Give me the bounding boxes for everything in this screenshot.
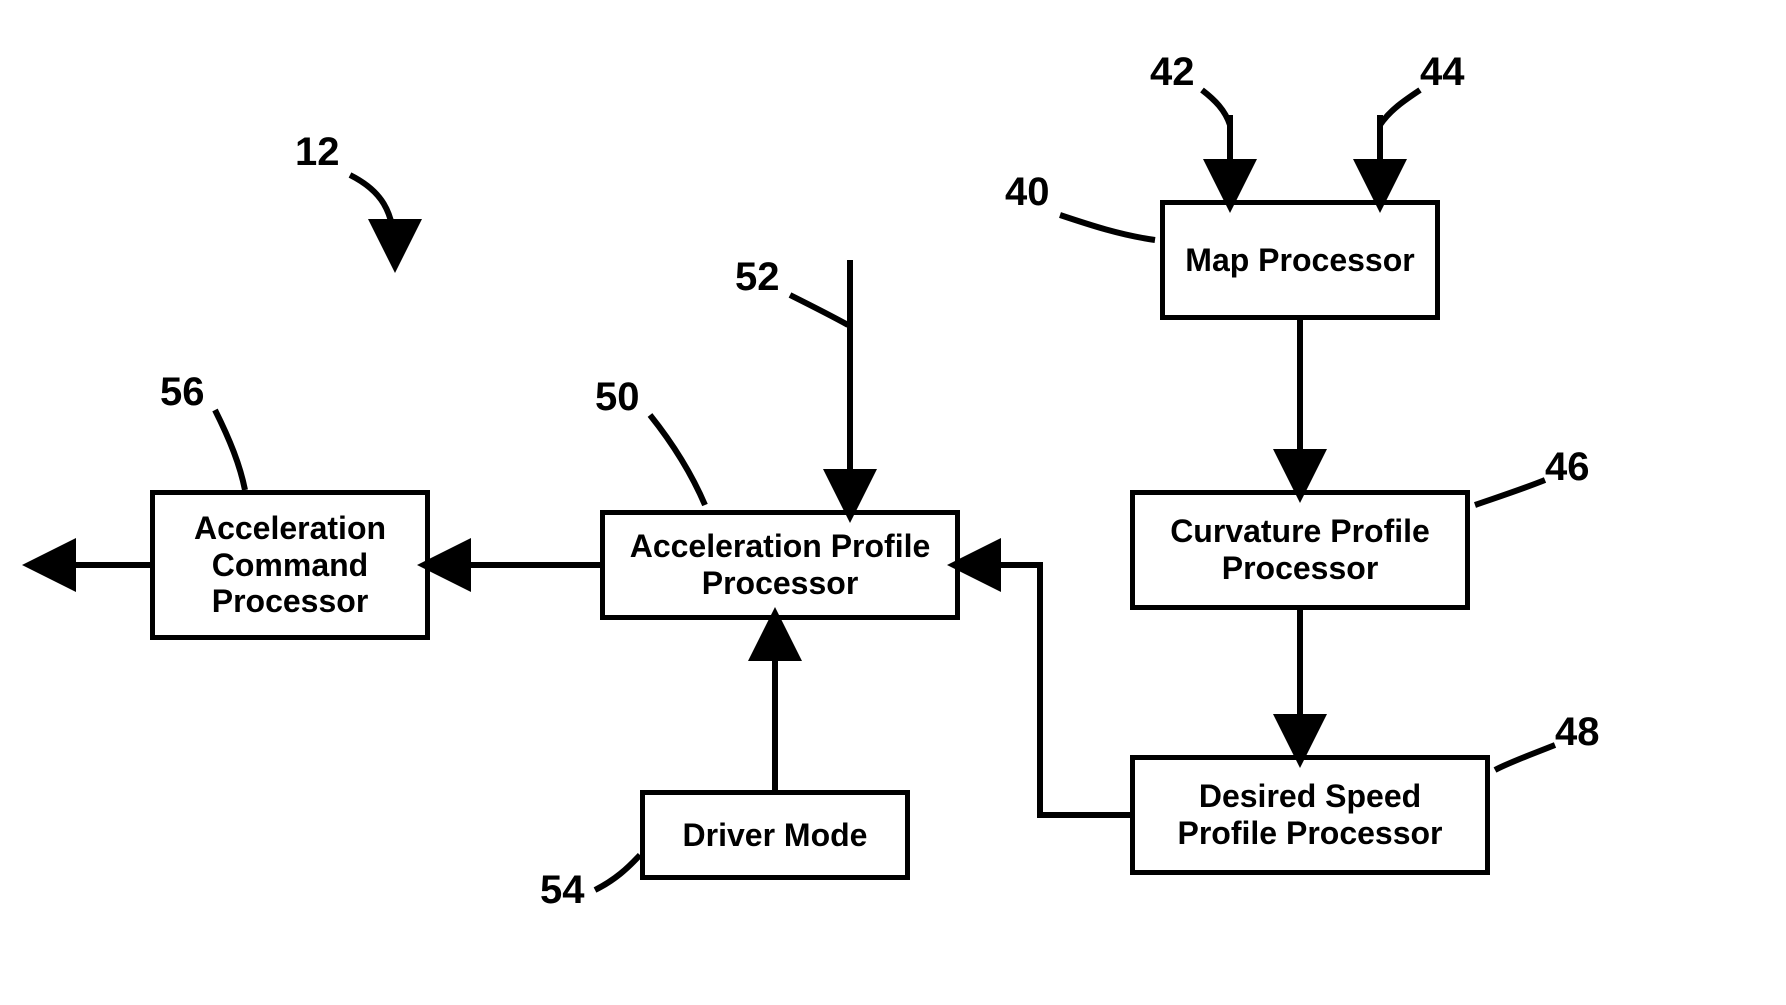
diagram-canvas: Map Processor Curvature Profile Processo… <box>0 0 1786 1005</box>
box-map-processor-label: Map Processor <box>1185 242 1414 279</box>
box-desired-speed-profile-processor-label: Desired Speed Profile Processor <box>1145 778 1475 852</box>
label-48: 48 <box>1555 710 1600 755</box>
label-44: 44 <box>1420 50 1465 95</box>
leader-50 <box>650 415 705 505</box>
label-42: 42 <box>1150 50 1195 95</box>
label-50: 50 <box>595 375 640 420</box>
box-desired-speed-profile-processor: Desired Speed Profile Processor <box>1130 755 1490 875</box>
box-acceleration-profile-processor-label: Acceleration Profile Processor <box>615 528 945 602</box>
box-driver-mode-label: Driver Mode <box>683 817 868 854</box>
leader-54 <box>595 855 640 890</box>
leader-40 <box>1060 215 1155 240</box>
box-map-processor: Map Processor <box>1160 200 1440 320</box>
label-40: 40 <box>1005 170 1050 215</box>
leader-56 <box>215 410 245 490</box>
box-acceleration-profile-processor: Acceleration Profile Processor <box>600 510 960 620</box>
leader-42 <box>1202 90 1230 125</box>
leader-46 <box>1475 480 1545 505</box>
box-acceleration-command-processor: Acceleration Command Processor <box>150 490 430 640</box>
leader-12 <box>350 175 395 255</box>
arrow-desired-speed-to-accel-profile <box>965 565 1130 815</box>
leader-52 <box>790 295 848 325</box>
box-driver-mode: Driver Mode <box>640 790 910 880</box>
leader-44 <box>1380 90 1420 125</box>
box-curvature-profile-processor-label: Curvature Profile Processor <box>1145 513 1455 587</box>
leader-48 <box>1495 745 1555 770</box>
label-54: 54 <box>540 868 585 913</box>
label-46: 46 <box>1545 445 1590 490</box>
box-acceleration-command-processor-label: Acceleration Command Processor <box>165 510 415 620</box>
label-56: 56 <box>160 370 205 415</box>
label-52: 52 <box>735 255 780 300</box>
label-12: 12 <box>295 130 340 175</box>
box-curvature-profile-processor: Curvature Profile Processor <box>1130 490 1470 610</box>
